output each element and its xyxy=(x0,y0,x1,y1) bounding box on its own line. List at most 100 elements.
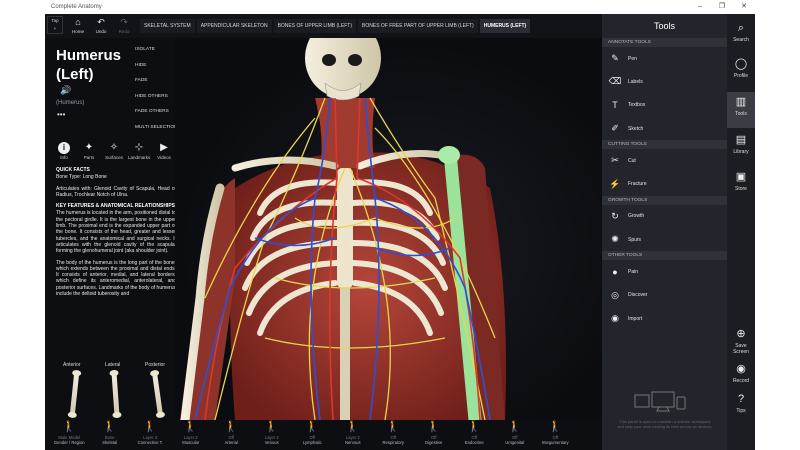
breadcrumb-appendicular-skeleton[interactable]: APPENDICULAR SKELETON xyxy=(196,19,272,33)
tool-discover[interactable]: ◎ Discover xyxy=(602,284,727,307)
breadcrumb-skeletal-system[interactable]: SKELETAL SYSTEM xyxy=(140,19,195,33)
layer-label: Endocrine xyxy=(464,440,484,445)
tool-pen-label: Pen xyxy=(628,55,637,62)
layer-nervous[interactable]: 🚶 Layer 2 Nervous xyxy=(333,420,374,450)
discover-icon: ◎ xyxy=(611,289,619,300)
record-icon: ◉ xyxy=(736,363,746,375)
layer-label: Lymphatic xyxy=(302,440,322,445)
tab-parts[interactable]: ✦ Parts xyxy=(78,141,100,160)
layer-label: Integumentary xyxy=(541,440,569,445)
growth-icon: ↻ xyxy=(611,210,619,221)
layer-lymphatic[interactable]: 🚶 Off Lymphatic xyxy=(292,420,333,450)
redo-button[interactable]: ↷ Redo xyxy=(113,15,135,37)
menu-fade[interactable]: FADE xyxy=(131,73,179,89)
layer-arterial[interactable]: 🚶 Off Arterial xyxy=(211,420,252,450)
menu-hide[interactable]: HIDE xyxy=(131,58,179,74)
layer-integumentary[interactable]: 🚶 Off Integumentary xyxy=(535,420,576,450)
sidebar-profile[interactable]: ◯ Profile xyxy=(727,56,755,79)
videos-icon: ▶ xyxy=(160,142,168,153)
bone-view-lateral[interactable] xyxy=(111,371,120,417)
male-figure-icon: 🚶 xyxy=(62,421,77,433)
tab-landmarks[interactable]: ⊹ Landmarks xyxy=(128,141,150,160)
window-titlebar: Complete Anatomy – ❐ ✕ xyxy=(45,0,755,14)
tool-fracture[interactable]: ⚡ Fracture xyxy=(602,172,727,195)
speaker-icon[interactable]: 🔊 xyxy=(60,85,71,96)
tool-labels[interactable]: ⌫ Labels xyxy=(602,70,727,93)
tool-pain[interactable]: ● Pain xyxy=(602,260,727,283)
tab-info[interactable]: i Info xyxy=(53,141,75,160)
tool-import[interactable]: ◉ Import xyxy=(602,307,727,330)
respiratory-figure-icon: 🚶 xyxy=(386,421,401,433)
sidebar-store[interactable]: ▣ Store xyxy=(727,169,755,192)
layer-label: Urogenital xyxy=(505,440,525,445)
panel-note: This panel is open to maintain a uniform… xyxy=(617,419,713,429)
layer-label: Venous xyxy=(264,440,279,445)
tool-cut[interactable]: ✂ Cut xyxy=(602,149,727,172)
tool-spurs[interactable]: ✺ Spurs xyxy=(602,228,727,251)
sidebar-save-screen[interactable]: ⊕ Save Screen xyxy=(727,326,755,355)
minimize-button[interactable]: – xyxy=(689,0,711,14)
sidebar-store-label: Store xyxy=(735,186,747,192)
sidebar-tools[interactable]: ▥ Tools xyxy=(727,92,755,128)
landmarks-icon: ⊹ xyxy=(134,142,144,153)
info-icon: i xyxy=(58,142,70,154)
home-button[interactable]: ⌂ Home xyxy=(67,15,89,37)
tab-surfaces[interactable]: ✧ Surfaces xyxy=(103,141,125,160)
tool-pen[interactable]: ✎ Pen xyxy=(602,47,727,70)
info-content: QUICK FACTS Bone Type: Long Bone Articul… xyxy=(56,167,176,302)
menu-multi-selection[interactable]: MULTI SELECTION xyxy=(131,120,179,136)
more-options-button[interactable]: ••• xyxy=(57,110,65,119)
anatomy-3d-viewport[interactable] xyxy=(175,38,602,420)
library-icon: ▤ xyxy=(735,134,747,146)
quick-facts-heading: QUICK FACTS xyxy=(56,167,90,173)
sidebar-library[interactable]: ▤ Library xyxy=(727,132,755,155)
bone-view-anterior[interactable] xyxy=(69,371,80,417)
sidebar-tips[interactable]: ? Tips xyxy=(727,391,755,414)
tap-back-button[interactable]: Tap + xyxy=(47,16,63,34)
tool-growth[interactable]: ↻ Growth xyxy=(602,205,727,228)
latin-name: (Humerus) xyxy=(56,100,85,106)
arterial-figure-icon: 🚶 xyxy=(224,421,239,433)
layer-skeletal[interactable]: 🚶 Bone Skeletal xyxy=(90,420,131,450)
tool-sketch[interactable]: ✐ Sketch xyxy=(602,117,727,140)
bone-view-posterior[interactable] xyxy=(151,371,164,417)
layer-muscular[interactable]: 🚶 Layer 2 Muscular xyxy=(171,420,212,450)
system-layers-bar: 🚶 Male Model Gender / Region 🚶 Bone Skel… xyxy=(45,420,602,450)
sidebar-record[interactable]: ◉ Record xyxy=(727,361,755,384)
layer-label: Arterial xyxy=(224,440,238,445)
layer-gender-region[interactable]: 🚶 Male Model Gender / Region xyxy=(49,420,90,450)
menu-hide-others[interactable]: HIDE OTHERS xyxy=(131,89,179,105)
description-paragraph-2: The body of the humerus is the long part… xyxy=(56,259,176,298)
layer-connective[interactable]: 🚶 Layer 3 Connective T. xyxy=(130,420,171,450)
undo-button[interactable]: ↶ Undo xyxy=(90,15,112,37)
other-tools-heading: OTHER TOOLS xyxy=(602,251,727,261)
maximize-button[interactable]: ❐ xyxy=(711,0,733,14)
bone-view-anterior-label: Anterior xyxy=(63,362,81,368)
integumentary-figure-icon: 🚶 xyxy=(548,421,563,433)
window-title: Complete Anatomy xyxy=(51,4,102,10)
layer-label: Gender / Region xyxy=(53,440,85,445)
digestive-figure-icon: 🚶 xyxy=(426,421,441,433)
layer-respiratory[interactable]: 🚶 Off Respiratory xyxy=(373,420,414,450)
breadcrumb-bones-of-free-part[interactable]: BONES OF FREE PART OF UPPER LIMB (LEFT) xyxy=(358,19,478,33)
layer-urogenital[interactable]: 🚶 Off Urogenital xyxy=(495,420,536,450)
tab-videos[interactable]: ▶ Videos xyxy=(153,141,175,160)
top-toolbar: Tap + ⌂ Home ↶ Undo ↷ Redo SKELETAL SYST… xyxy=(45,14,602,38)
devices-illustration-icon xyxy=(634,391,686,412)
window-controls: – ❐ ✕ xyxy=(689,0,755,14)
menu-fade-others[interactable]: FADE OTHERS xyxy=(131,104,179,120)
close-button[interactable]: ✕ xyxy=(733,0,755,14)
sidebar-search[interactable]: ⌕ Search xyxy=(727,20,755,43)
tool-import-label: Import xyxy=(628,315,643,322)
breadcrumb-bones-of-upper-limb[interactable]: BONES OF UPPER LIMB (LEFT) xyxy=(273,19,357,33)
breadcrumb-humerus[interactable]: HUMERUS (LEFT) xyxy=(479,19,531,33)
layer-endocrine[interactable]: 🚶 Off Endocrine xyxy=(454,420,495,450)
layer-digestive[interactable]: 🚶 Off Digestive xyxy=(414,420,455,450)
app-window: Complete Anatomy – ❐ ✕ Tap + ⌂ Home ↶ Un… xyxy=(45,0,755,450)
structure-context-menu: ISOLATE HIDE FADE HIDE OTHERS FADE OTHER… xyxy=(131,42,179,135)
redo-label: Redo xyxy=(118,29,130,34)
menu-isolate[interactable]: ISOLATE xyxy=(131,42,179,58)
tool-textbox[interactable]: T Textbox xyxy=(602,94,727,117)
tool-discover-label: Discover xyxy=(628,292,648,299)
layer-venous[interactable]: 🚶 Layer 2 Venous xyxy=(252,420,293,450)
